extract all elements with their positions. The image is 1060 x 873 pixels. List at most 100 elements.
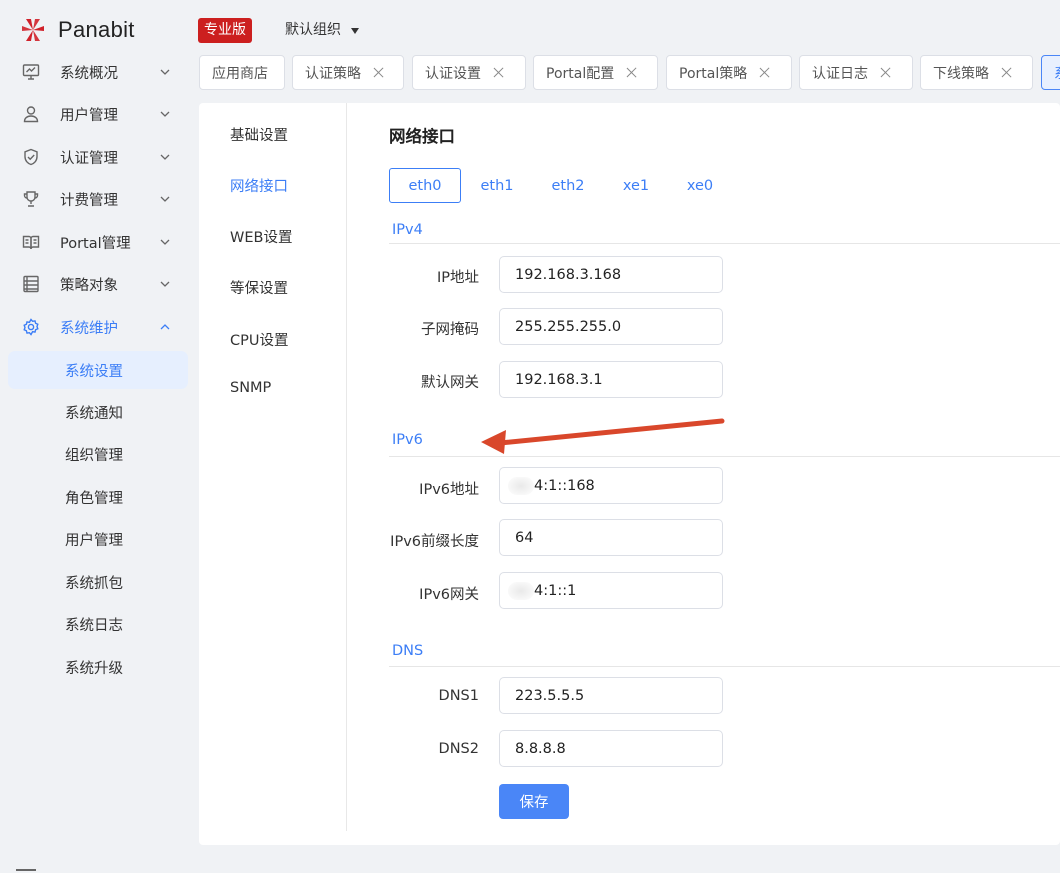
divider (389, 666, 1060, 667)
redacted-mask (508, 476, 534, 495)
dns2-value: 8.8.8.8 (515, 740, 566, 757)
default-gateway-value: 192.168.3.1 (515, 371, 603, 388)
close-icon[interactable] (1001, 67, 1012, 78)
ipv6-gateway-field[interactable]: 4:1::1 (499, 572, 723, 609)
ip-address-field[interactable]: 192.168.3.168 (499, 256, 723, 293)
sidebar-item-label: 计费管理 (60, 192, 118, 209)
dns-group-title: DNS (392, 643, 424, 659)
close-icon[interactable] (626, 67, 637, 78)
tab-auth-settings[interactable]: 认证设置 (412, 55, 526, 90)
tab-app-store[interactable]: 应用商店 (199, 55, 285, 90)
sidebar-subitem-label: 组织管理 (65, 447, 123, 464)
ip-address-label: IP地址 (436, 270, 479, 286)
sidebar-subitem-system-settings[interactable]: 系统设置 (8, 351, 188, 389)
sidebar-subitem-label: 系统日志 (65, 617, 123, 634)
gear-icon (21, 317, 41, 337)
sidebar-item-billing[interactable]: 计费管理 (0, 179, 190, 219)
sidebar-item-auth[interactable]: 认证管理 (0, 137, 190, 177)
sidebar-subitem-label: 系统抓包 (65, 575, 123, 592)
save-button[interactable]: 保存 (499, 784, 569, 819)
chevron-up-icon (160, 324, 170, 330)
tab-auth-log[interactable]: 认证日志 (799, 55, 913, 90)
ipv6-gateway-label: IPv6网关 (419, 587, 479, 603)
org-select[interactable]: 默认组织 (285, 19, 359, 41)
tab-bar: 应用商店 认证策略 认证设置 Portal配置 Portal策略 认证日志 下线… (199, 55, 1060, 90)
tab-portal-policy[interactable]: Portal策略 (666, 55, 792, 90)
sidebar-subitem-label: 系统升级 (65, 660, 123, 677)
subnet-mask-field[interactable]: 255.255.255.0 (499, 308, 723, 345)
chevron-down-icon (160, 69, 170, 75)
settings-nav-web[interactable]: WEB设置 (230, 226, 292, 247)
tab-label: 下线策略 (933, 65, 989, 82)
ipv6-prefix-value: 64 (515, 529, 534, 546)
sidebar-item-label: 策略对象 (60, 277, 118, 294)
sidebar-subitem-label: 系统设置 (65, 363, 123, 380)
settings-nav-basic[interactable]: 基础设置 (230, 124, 288, 145)
dns2-label: DNS2 (438, 741, 479, 757)
monitor-icon (21, 62, 41, 82)
default-gateway-label: 默认网关 (421, 375, 479, 391)
close-icon[interactable] (880, 67, 891, 78)
sidebar-item-portal[interactable]: Portal管理 (0, 222, 190, 262)
subnet-mask-label: 子网掩码 (421, 322, 479, 338)
dns1-value: 223.5.5.5 (515, 687, 585, 704)
sidebar-subitem-label: 角色管理 (65, 490, 123, 507)
close-icon[interactable] (373, 67, 384, 78)
close-icon[interactable] (493, 67, 504, 78)
dns2-field[interactable]: 8.8.8.8 (499, 730, 723, 767)
chevron-down-icon (160, 111, 170, 117)
logo: Panabit (20, 14, 135, 46)
sidebar-subitem-system-log[interactable]: 系统日志 (8, 605, 188, 643)
tab-portal-config[interactable]: Portal配置 (533, 55, 658, 90)
sidebar-subitem-role-management[interactable]: 角色管理 (8, 478, 188, 516)
tab-label: 应用商店 (212, 65, 268, 82)
subnet-mask-value: 255.255.255.0 (515, 318, 622, 335)
settings-nav-network-interface[interactable]: 网络接口 (230, 175, 288, 196)
ipv6-address-field[interactable]: 4:1::168 (499, 467, 723, 504)
tab-system-settings[interactable]: 系 (1041, 55, 1060, 90)
ipv4-group-title: IPv4 (392, 222, 423, 238)
user-icon (21, 104, 41, 124)
sidebar-item-label: 认证管理 (60, 150, 118, 167)
org-select-value: 默认组织 (285, 22, 341, 38)
sidebar-subitem-system-upgrade[interactable]: 系统升级 (8, 648, 188, 686)
settings-nav: 基础设置 网络接口 WEB设置 等保设置 CPU设置 SNMP (199, 103, 347, 831)
chevron-down-icon (160, 154, 170, 160)
ip-address-value: 192.168.3.168 (515, 266, 622, 283)
sidebar-subitem-user-management[interactable]: 用户管理 (8, 520, 188, 558)
chevron-down-icon (160, 196, 170, 202)
tab-auth-policy[interactable]: 认证策略 (292, 55, 404, 90)
ipv6-address-label: IPv6地址 (419, 482, 479, 498)
sidebar-item-users[interactable]: 用户管理 (0, 94, 190, 134)
dns1-field[interactable]: 223.5.5.5 (499, 677, 723, 714)
settings-nav-security-level[interactable]: 等保设置 (230, 277, 288, 298)
sidebar-item-label: 系统维护 (60, 320, 118, 337)
brand-name: Panabit (58, 17, 135, 42)
tab-label: 认证日志 (812, 65, 868, 82)
close-icon[interactable] (759, 67, 770, 78)
sidebar-item-system-maintenance[interactable]: 系统维护 (0, 307, 190, 347)
settings-nav-cpu[interactable]: CPU设置 (230, 329, 288, 350)
settings-nav-snmp[interactable]: SNMP (230, 380, 271, 396)
section-title: 网络接口 (389, 127, 455, 146)
interface-tab-xe0[interactable]: xe0 (664, 168, 736, 203)
ipv6-address-value: 4:1::168 (534, 477, 595, 494)
sidebar-item-policy-objects[interactable]: 策略对象 (0, 264, 190, 304)
trophy-icon (21, 189, 41, 209)
sidebar-item-overview[interactable]: 系统概况 (0, 52, 190, 92)
tab-label: Portal策略 (679, 65, 748, 82)
default-gateway-field[interactable]: 192.168.3.1 (499, 361, 723, 398)
caret-down-icon (351, 28, 359, 34)
sidebar-subitem-packet-capture[interactable]: 系统抓包 (8, 563, 188, 601)
sidebar-item-label: Portal管理 (60, 235, 131, 252)
sidebar-subitem-org-management[interactable]: 组织管理 (8, 435, 188, 473)
tab-offline-policy[interactable]: 下线策略 (920, 55, 1033, 90)
redacted-mask (508, 581, 534, 600)
sidebar-subitem-system-notice[interactable]: 系统通知 (8, 393, 188, 431)
interface-tab-eth2[interactable]: eth2 (532, 168, 604, 203)
ipv6-prefix-field[interactable]: 64 (499, 519, 723, 556)
interface-tab-eth1[interactable]: eth1 (461, 168, 533, 203)
interface-tab-xe1[interactable]: xe1 (600, 168, 672, 203)
interface-tab-eth0[interactable]: eth0 (389, 168, 461, 203)
list-icon (21, 274, 41, 294)
